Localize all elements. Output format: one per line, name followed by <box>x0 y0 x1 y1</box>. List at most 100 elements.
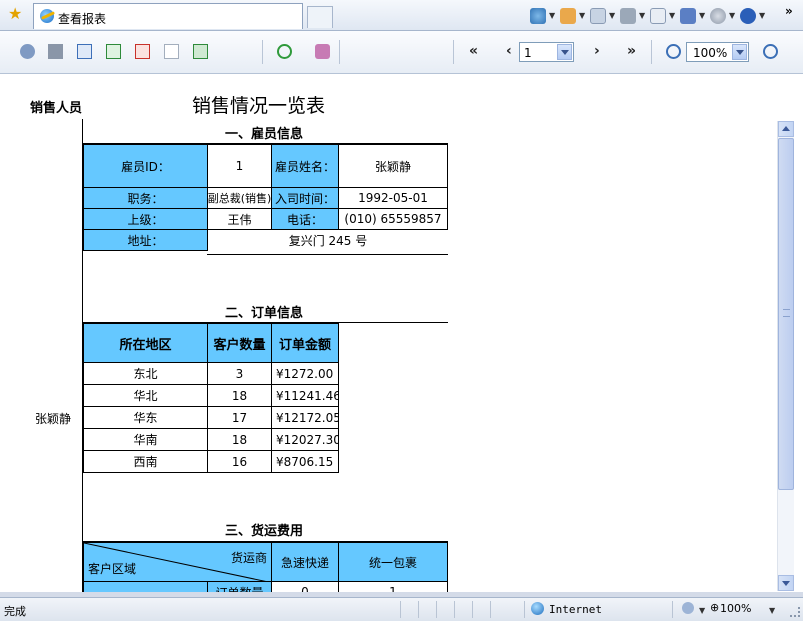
report-viewport: 销售人员 销售情况一览表 张颖静 一、雇员信息 雇员ID： 1 雇员姓名： 张颖… <box>0 74 803 592</box>
toolbar-separator <box>453 40 454 64</box>
status-pane-divider <box>436 601 437 618</box>
freight-order-count-label: 订单数量 <box>207 581 272 592</box>
prev-page-button[interactable]: ‹ <box>506 43 512 59</box>
rss-icon[interactable] <box>315 44 330 59</box>
mail-dropdown-icon[interactable]: ▼ <box>609 11 615 20</box>
freight-row-region <box>83 581 208 592</box>
orders-header-customers: 客户数量 <box>207 323 272 363</box>
tools-gear-icon[interactable] <box>710 8 726 24</box>
freight-express-count: 0 <box>271 581 339 592</box>
orders-header-amount: 订单金额 <box>271 323 339 363</box>
hire-date-value: 1992-05-01 <box>338 187 448 209</box>
mail-icon[interactable] <box>590 8 606 24</box>
order-region: 东北 <box>83 362 208 385</box>
phone-value: (010) 65559857 <box>338 208 448 230</box>
next-page-button[interactable]: › <box>594 43 600 59</box>
employee-id-value: 1 <box>207 144 272 188</box>
print-dropdown-icon[interactable]: ▼ <box>639 11 645 20</box>
employee-title-value: 副总裁(销售) <box>207 187 272 209</box>
new-tab-button[interactable] <box>307 6 333 28</box>
export-text-icon[interactable] <box>164 44 179 59</box>
zoom-out-icon[interactable] <box>666 44 681 59</box>
freight-col-package: 统一包裹 <box>338 542 448 582</box>
favorites-star-icon[interactable]: ★ <box>8 6 22 22</box>
internet-zone-icon <box>531 602 544 615</box>
status-pane-divider <box>472 601 473 618</box>
safety-icon[interactable] <box>680 8 696 24</box>
tools-dropdown-icon[interactable]: ▼ <box>729 11 735 20</box>
first-page-button[interactable]: « <box>469 43 478 59</box>
toolbar-separator <box>651 40 652 64</box>
orders-header-region: 所在地区 <box>83 323 208 363</box>
supervisor-value: 王伟 <box>207 208 272 230</box>
salesperson-column-header: 销售人员 <box>30 101 83 116</box>
order-customers: 16 <box>207 450 272 473</box>
page-dropdown-icon[interactable]: ▼ <box>669 11 675 20</box>
vertical-scrollbar[interactable] <box>777 121 794 591</box>
home-dropdown-icon[interactable]: ▼ <box>549 11 555 20</box>
print-icon[interactable] <box>48 44 63 59</box>
tab-title: 查看报表 <box>58 12 107 26</box>
last-page-button[interactable]: » <box>627 43 636 59</box>
help-icon[interactable] <box>740 8 756 24</box>
address-label: 地址： <box>83 229 208 251</box>
page-menu-icon[interactable] <box>650 8 666 24</box>
status-pane-divider <box>454 601 455 618</box>
protected-mode-dropdown-icon[interactable]: ▼ <box>699 606 705 615</box>
section-orders-title: 二、订单信息 <box>225 306 304 321</box>
zoom-status-value[interactable]: 100% <box>720 602 751 615</box>
page-number-select[interactable]: 1 <box>519 42 574 62</box>
tab-report[interactable]: 查看报表 <box>33 3 303 29</box>
report-title: 销售情况一览表 <box>192 95 326 117</box>
help-dropdown-icon[interactable]: ▼ <box>759 11 765 20</box>
tab-bar: ★ 查看报表 ▼ ▼ ▼ ▼ ▼ ▼ ▼ ▼ » <box>0 0 803 31</box>
employee-title-label: 职务： <box>83 187 208 209</box>
security-zone-label: Internet <box>549 603 602 616</box>
feeds-icon[interactable] <box>560 8 576 24</box>
order-region: 华北 <box>83 384 208 407</box>
order-region: 华南 <box>83 428 208 451</box>
protected-mode-icon[interactable] <box>682 602 694 614</box>
status-text: 完成 <box>4 605 26 618</box>
scroll-down-arrow-icon[interactable] <box>778 575 794 591</box>
status-pane-divider <box>672 601 673 618</box>
employee-id-label: 雇员ID： <box>83 144 208 188</box>
freight-package-count: 1 <box>338 581 448 592</box>
resize-grip-icon[interactable] <box>790 607 800 617</box>
chevron-down-icon[interactable] <box>557 44 572 60</box>
order-amount: ¥1272.00 <box>271 362 339 385</box>
report-toolbar: « ‹ › » <box>0 31 803 74</box>
zoom-status-dropdown-icon[interactable]: ▼ <box>769 606 775 615</box>
status-pane-divider <box>400 601 401 618</box>
order-customers: 18 <box>207 384 272 407</box>
feeds-dropdown-icon[interactable]: ▼ <box>579 11 585 20</box>
order-amount: ¥12027.30 <box>271 428 339 451</box>
freight-corner-header: 货运商 客户区域 <box>83 542 272 582</box>
home-icon[interactable] <box>530 8 546 24</box>
order-customers: 18 <box>207 428 272 451</box>
export-image-icon[interactable] <box>193 44 208 59</box>
refresh-icon[interactable] <box>277 44 292 59</box>
export-excel-icon[interactable] <box>106 44 121 59</box>
find-icon[interactable] <box>20 44 35 59</box>
zoom-value: 100% <box>693 46 728 60</box>
export-word-icon[interactable] <box>77 44 92 59</box>
scroll-thumb[interactable] <box>778 138 794 490</box>
zoom-in-icon[interactable] <box>763 44 778 59</box>
zoom-select[interactable]: 100% <box>686 42 749 62</box>
zoom-magnifier-icon[interactable]: ⊕ <box>710 601 719 614</box>
export-pdf-icon[interactable] <box>135 44 150 59</box>
chevron-more-icon[interactable]: » <box>785 4 793 18</box>
phone-label: 电话： <box>271 208 339 230</box>
safety-dropdown-icon[interactable]: ▼ <box>699 11 705 20</box>
status-bar: 完成 Internet ▼ ⊕ 100% ▼ <box>0 597 803 621</box>
print-icon[interactable] <box>620 8 636 24</box>
employee-name-label: 雇员姓名： <box>271 144 339 188</box>
scroll-up-arrow-icon[interactable] <box>778 121 794 137</box>
section-freight-title: 三、货运费用 <box>225 524 304 539</box>
status-pane-divider <box>490 601 491 618</box>
order-amount: ¥8706.15 <box>271 450 339 473</box>
status-pane-divider <box>418 601 419 618</box>
order-customers: 3 <box>207 362 272 385</box>
chevron-down-icon[interactable] <box>732 44 747 60</box>
